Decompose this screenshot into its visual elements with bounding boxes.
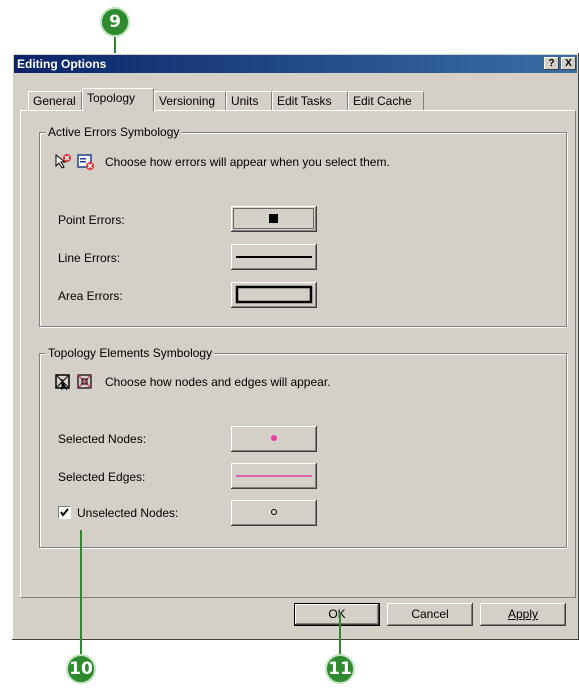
active-errors-description: Choose how errors will appear when you s…: [105, 155, 390, 169]
error-inspector-icon: [77, 153, 95, 171]
callout-11: 11: [325, 654, 355, 684]
close-button[interactable]: X: [561, 57, 576, 70]
line-errors-label: Line Errors:: [58, 251, 121, 265]
tab-versioning[interactable]: Versioning: [154, 91, 226, 110]
editing-options-dialog: Editing Options ? X General Topology Ver…: [12, 53, 579, 640]
unselected-nodes-label: Unselected Nodes:: [77, 506, 179, 520]
topology-elements-group: Topology Elements Symbology Choose how n…: [39, 346, 567, 548]
square-marker-icon: [233, 208, 314, 229]
topology-elements-title: Topology Elements Symbology: [46, 346, 215, 360]
title-bar[interactable]: Editing Options ? X: [14, 55, 577, 73]
apply-button[interactable]: Apply: [480, 603, 566, 626]
active-errors-title: Active Errors Symbology: [46, 125, 182, 139]
tab-general[interactable]: General: [28, 91, 82, 110]
line-errors-symbol-button[interactable]: [231, 244, 317, 270]
point-errors-label: Point Errors:: [58, 213, 125, 227]
active-errors-group: Active Errors Symbology Choose how error…: [39, 125, 567, 327]
selected-nodes-label: Selected Nodes:: [58, 432, 147, 446]
checkmark-icon: [60, 508, 69, 517]
window-title: Editing Options: [17, 57, 107, 71]
ok-button[interactable]: OK: [294, 603, 380, 626]
unselected-nodes-symbol-button[interactable]: [231, 500, 317, 526]
area-errors-symbol-button[interactable]: [231, 282, 317, 308]
node-selection-icon: [54, 373, 72, 391]
callout-9: 9: [100, 7, 130, 37]
callout-10-line: [80, 530, 82, 655]
tab-topology[interactable]: Topology: [82, 88, 154, 111]
error-pointer-icon: [54, 153, 72, 171]
help-button[interactable]: ?: [544, 57, 559, 70]
tab-edit-cache[interactable]: Edit Cache: [348, 91, 424, 110]
line-symbol-icon: [236, 256, 312, 258]
selected-edges-symbol-button[interactable]: [231, 463, 317, 489]
topology-elements-description: Choose how nodes and edges will appear.: [105, 375, 331, 389]
topology-tab-panel: Active Errors Symbology Choose how error…: [20, 110, 576, 598]
point-errors-symbol-button[interactable]: [231, 206, 317, 232]
pink-edge-line-icon: [236, 475, 312, 477]
pink-node-dot-icon: [271, 435, 277, 441]
tab-units[interactable]: Units: [226, 91, 272, 110]
hollow-node-icon: [271, 509, 277, 515]
edge-selection-icon: [76, 373, 94, 391]
unselected-nodes-checkbox[interactable]: [58, 506, 71, 519]
callout-11-line: [339, 612, 341, 655]
tab-edit-tasks[interactable]: Edit Tasks: [272, 91, 348, 110]
callout-10: 10: [66, 654, 96, 684]
selected-edges-label: Selected Edges:: [58, 470, 146, 484]
area-symbol-icon: [235, 285, 313, 304]
cancel-button[interactable]: Cancel: [387, 603, 473, 626]
selected-nodes-symbol-button[interactable]: [231, 426, 317, 452]
area-errors-label: Area Errors:: [58, 289, 123, 303]
